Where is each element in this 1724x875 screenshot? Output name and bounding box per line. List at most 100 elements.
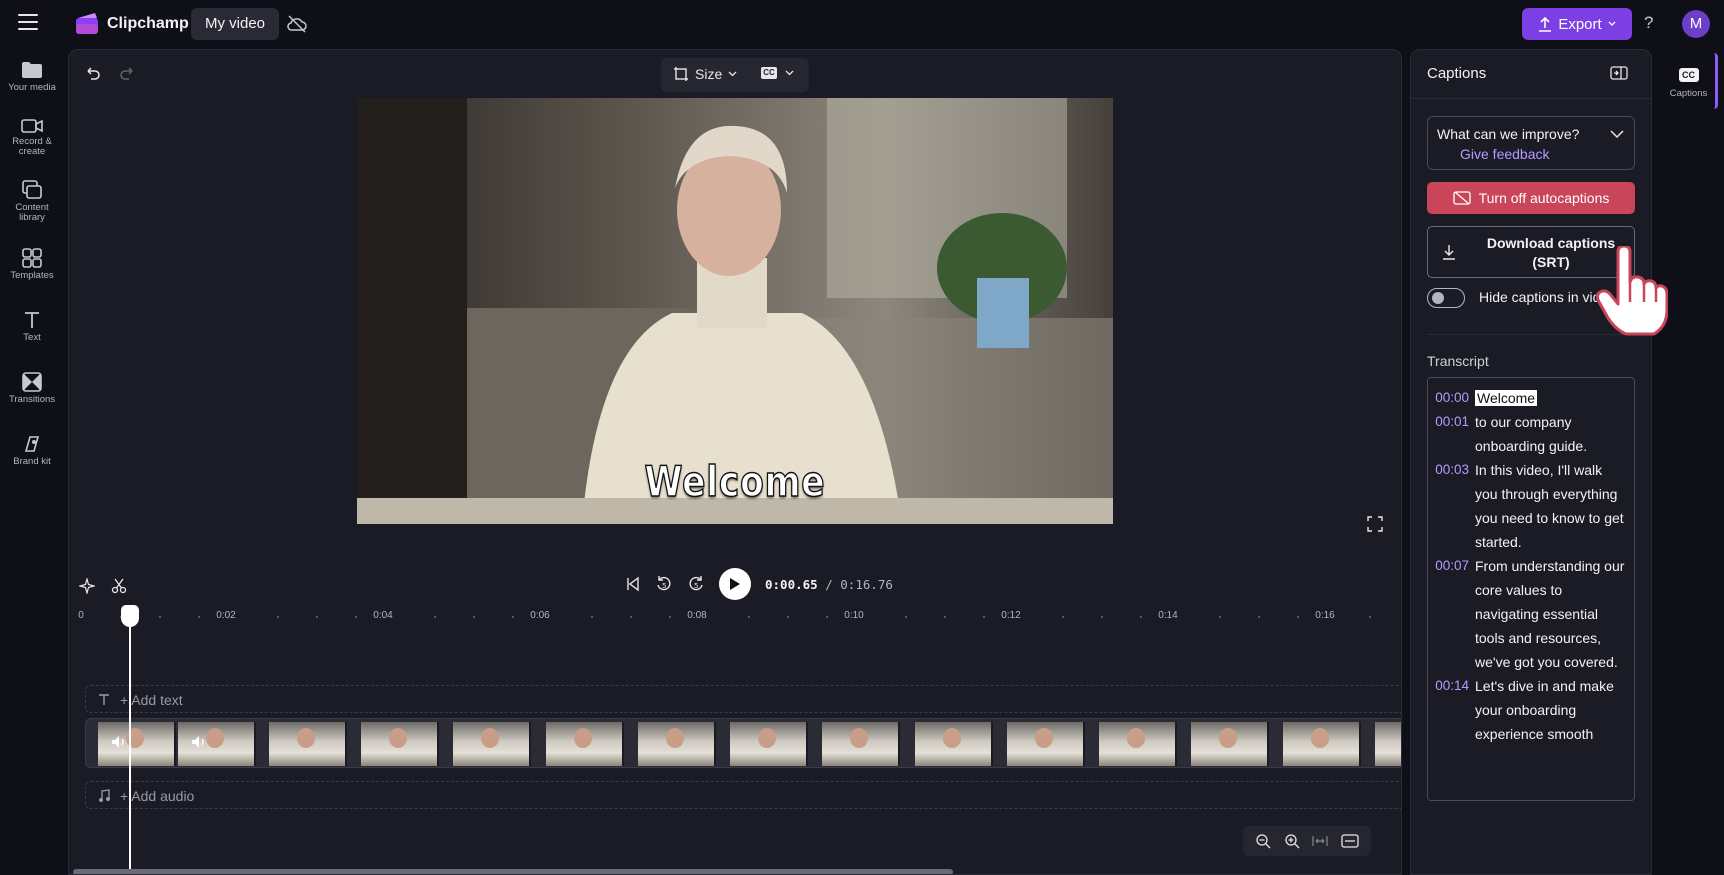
sidebar-item-brand-kit[interactable]: Brand kit — [0, 434, 64, 467]
ruler-dot — [355, 616, 357, 618]
menu-icon[interactable] — [18, 14, 38, 30]
undo-icon[interactable] — [83, 64, 101, 82]
collapse-panel-icon[interactable] — [1610, 65, 1628, 81]
ruler-label: 0:08 — [687, 610, 707, 621]
add-text-button[interactable]: + Add text — [98, 692, 183, 708]
transcript-title: Transcript — [1427, 353, 1489, 369]
segment-text[interactable]: From understanding our core values to na… — [1475, 554, 1628, 674]
chevron-down-icon[interactable] — [1610, 129, 1624, 139]
forward-5-icon[interactable]: 5 — [687, 575, 705, 593]
fullscreen-icon[interactable] — [1367, 516, 1383, 532]
sidebar-item-your-media[interactable]: Your media — [0, 60, 64, 93]
ruler-dot — [1297, 616, 1299, 618]
segment-timestamp[interactable]: 00:00 — [1428, 386, 1475, 410]
ruler-dot — [316, 616, 318, 618]
transcript-segment[interactable]: 00:07 From understanding our core values… — [1428, 554, 1628, 674]
segment-text[interactable]: Let's dive in and make your onboarding e… — [1475, 674, 1628, 746]
audio-track[interactable]: + Add audio — [85, 781, 1401, 809]
playback-controls: 5 5 0:00.65 / 0:16.76 — [625, 568, 893, 600]
segment-text[interactable]: to our company onboarding guide. — [1475, 410, 1628, 458]
video-track[interactable] — [85, 718, 1401, 768]
give-feedback-link[interactable]: Give feedback — [1460, 146, 1550, 162]
export-label: Export — [1558, 15, 1602, 33]
sidebar-item-content-library[interactable]: Content library — [0, 180, 64, 223]
sidebar-item-label: Record & create — [12, 136, 52, 157]
tab-captions[interactable]: CC Captions — [1662, 53, 1718, 109]
video-preview[interactable]: Welcome — [357, 98, 1113, 524]
timeline-view-icon[interactable] — [1341, 834, 1359, 848]
playhead[interactable] — [129, 606, 131, 874]
transcript-segment[interactable]: 00:00 Welcome — [1428, 386, 1628, 410]
segment-text[interactable]: Welcome — [1475, 386, 1628, 410]
skip-to-start-icon[interactable] — [625, 576, 641, 592]
active-word[interactable]: Welcome — [1475, 390, 1538, 406]
transcript-segment[interactable]: 00:03 In this video, I'll walk you throu… — [1428, 458, 1628, 554]
playhead-handle[interactable] — [121, 605, 139, 627]
chevron-down-icon — [728, 71, 737, 77]
svg-text:5: 5 — [694, 582, 698, 590]
segment-timestamp[interactable]: 00:01 — [1428, 410, 1475, 458]
text-track[interactable]: + Add text — [85, 685, 1401, 713]
zoom-controls — [1243, 826, 1371, 856]
redo-icon[interactable] — [119, 64, 137, 82]
help-icon[interactable]: ? — [1644, 13, 1653, 33]
cloud-off-icon[interactable] — [286, 13, 308, 35]
text-icon — [25, 312, 39, 328]
play-button[interactable] — [719, 568, 751, 600]
segment-timestamp[interactable]: 00:07 — [1428, 554, 1475, 674]
horizontal-scrollbar[interactable] — [73, 869, 953, 874]
volume-icon[interactable] — [110, 733, 128, 751]
video-thumbnail — [1375, 722, 1401, 766]
video-thumbnail — [915, 722, 993, 766]
ruler-dot — [473, 616, 475, 618]
export-button[interactable]: Export — [1522, 8, 1632, 40]
ruler-dot — [277, 616, 279, 618]
avatar[interactable]: M — [1682, 10, 1710, 38]
zoom-out-icon[interactable] — [1255, 833, 1271, 849]
panel-title: Captions — [1427, 65, 1487, 82]
feedback-dropdown[interactable]: What can we improve? Give feedback — [1427, 116, 1635, 170]
video-thumbnail — [453, 722, 531, 766]
ruler-label: 0:02 — [216, 610, 236, 621]
rewind-5-icon[interactable]: 5 — [655, 575, 673, 593]
zoom-in-icon[interactable] — [1284, 833, 1300, 849]
captions-toggle-button[interactable]: CC — [761, 67, 794, 79]
segment-timestamp[interactable]: 00:03 — [1428, 458, 1475, 554]
project-name-field[interactable]: My video — [191, 8, 280, 40]
turn-off-autocaptions-button[interactable]: Turn off autocaptions — [1427, 182, 1635, 214]
ruler-dot — [905, 616, 907, 618]
ruler-dot — [748, 616, 750, 618]
fit-to-width-icon[interactable] — [1312, 834, 1328, 848]
sidebar-item-record-create[interactable]: Record & create — [0, 118, 64, 157]
video-thumbnail — [1007, 722, 1085, 766]
toggle-knob — [1432, 292, 1444, 304]
video-thumbnail — [269, 722, 347, 766]
segment-text[interactable]: In this video, I'll walk you through eve… — [1475, 458, 1628, 554]
upload-icon — [1539, 16, 1552, 32]
ruler-dot — [1369, 616, 1371, 618]
segment-timestamp[interactable]: 00:14 — [1428, 674, 1475, 746]
library-icon — [22, 180, 42, 199]
add-audio-button[interactable]: + Add audio — [98, 788, 194, 804]
timeline-ruler[interactable]: 0 0:02 0:04 0:06 0:08 0:10 0:12 0:14 0:1… — [69, 610, 1401, 628]
left-sidebar: Your media Record & create Content libra… — [0, 48, 64, 875]
sidebar-item-templates[interactable]: Templates — [0, 248, 64, 281]
hide-captions-toggle[interactable] — [1427, 288, 1465, 308]
ruler-dot — [434, 616, 436, 618]
scissors-icon[interactable] — [111, 578, 127, 594]
transcript-segment[interactable]: 00:01 to our company onboarding guide. — [1428, 410, 1628, 458]
templates-icon — [22, 248, 42, 268]
transcript-list[interactable]: 00:00 Welcome 00:01 to our company onboa… — [1427, 377, 1635, 801]
transcript-segment[interactable]: 00:14 Let's dive in and make your onboar… — [1428, 674, 1628, 746]
brand-kit-icon — [24, 436, 40, 452]
tab-captions-label: Captions — [1669, 88, 1708, 99]
size-button[interactable]: Size — [673, 66, 737, 82]
magic-sparkle-icon[interactable] — [79, 578, 95, 594]
volume-icon[interactable] — [190, 733, 208, 751]
timeline-tools — [79, 578, 127, 594]
sidebar-item-text[interactable]: Text — [0, 310, 64, 343]
caption-overlay-text: Welcome — [644, 456, 826, 507]
feedback-question: What can we improve? — [1437, 126, 1580, 142]
sidebar-item-transitions[interactable]: Transitions — [0, 372, 64, 405]
ruler-dot — [1219, 616, 1221, 618]
